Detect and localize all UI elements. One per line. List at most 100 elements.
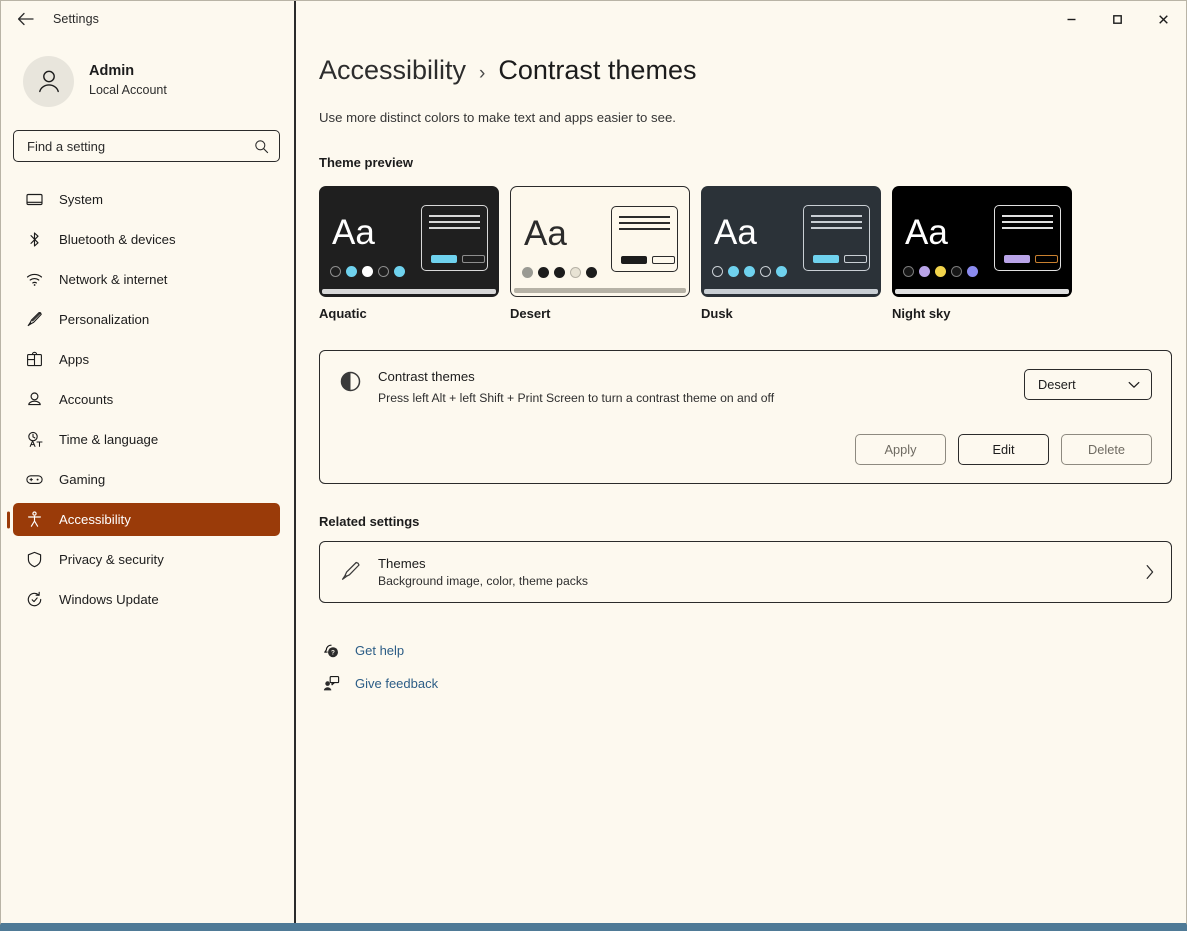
theme-color-dots [903,266,978,277]
edit-button[interactable]: Edit [958,433,1049,465]
theme-taskbar [322,289,496,294]
sidebar-item-gaming[interactable]: Gaming [13,463,280,496]
sidebar-item-label: Gaming [59,472,106,487]
sidebar-item-bluetooth-devices[interactable]: Bluetooth & devices [13,223,280,256]
color-dot [362,266,373,277]
sidebar-item-apps[interactable]: Apps [13,343,280,376]
color-dot [712,266,723,277]
contrast-themes-description: Press left Alt + left Shift + Print Scre… [378,390,775,405]
sidebar-item-privacy-security[interactable]: Privacy & security [13,543,280,576]
color-dot [586,267,597,278]
account-block[interactable]: Admin Local Account [1,37,294,109]
theme-swatch: Aa [701,186,881,297]
search-icon [255,139,269,153]
chevron-right-icon [1146,564,1154,579]
theme-select-dropdown[interactable]: Desert [1024,369,1152,400]
theme-mini-window [994,205,1061,271]
sidebar-item-label: Network & internet [59,272,168,287]
sidebar: Settings Admin Local Account Find a sett… [1,1,296,923]
color-dot [330,266,341,277]
app-title: Settings [53,12,99,26]
clock-language-icon [25,431,43,449]
back-button[interactable] [11,6,39,32]
theme-preview-label: Theme preview [319,155,413,170]
color-dot [522,267,533,278]
shield-icon [25,551,43,569]
update-refresh-icon [25,591,43,609]
maximize-button[interactable] [1094,1,1140,37]
give-feedback-label: Give feedback [355,676,439,692]
sidebar-item-time-language[interactable]: Time & language [13,423,280,456]
accessibility-person-icon [25,511,43,529]
minimize-button[interactable] [1048,1,1094,37]
sidebar-item-label: Accounts [59,392,114,407]
sidebar-item-personalization[interactable]: Personalization [13,303,280,336]
theme-swatch: Aa [510,186,690,297]
sidebar-item-network-internet[interactable]: Network & internet [13,263,280,296]
theme-card-aquatic[interactable]: Aa Aquatic [319,186,499,321]
contrast-themes-card: Contrast themes Press left Alt + left Sh… [319,350,1172,484]
theme-sample-text: Aa [905,213,948,252]
minimize-icon [1067,18,1075,20]
sidebar-item-label: Accessibility [59,512,131,527]
paintbrush-icon [337,561,364,582]
maximize-icon [1112,14,1122,24]
sidebar-item-windows-update[interactable]: Windows Update [13,583,280,616]
bluetooth-icon [25,231,43,249]
theme-name: Night sky [892,306,951,321]
theme-color-dots [522,267,597,278]
sidebar-item-system[interactable]: System [13,183,280,216]
theme-preview-list: Aa Aquatic Aa Desert Aa Dusk Aa Night sk… [319,186,1186,321]
nav-list: System Bluetooth & devices Network & int… [1,183,294,616]
theme-card-dusk[interactable]: Aa Dusk [701,186,881,321]
theme-sample-text: Aa [714,213,757,252]
theme-card-night-sky[interactable]: Aa Night sky [892,186,1072,321]
theme-color-dots [330,266,405,277]
sidebar-item-label: Privacy & security [59,552,164,567]
theme-name: Desert [510,306,551,321]
svg-text:?: ? [331,650,335,657]
color-dot [935,266,946,277]
give-feedback-link[interactable]: Give feedback [319,669,1186,699]
color-dot [570,267,581,278]
system-icon [25,191,43,209]
sidebar-item-label: Personalization [59,312,150,327]
theme-mini-window [803,205,870,271]
sidebar-item-label: Time & language [59,432,159,447]
theme-mini-window [421,205,488,271]
give-feedback-icon [322,675,341,692]
apply-button[interactable]: Apply [855,433,946,465]
back-arrow-icon [17,12,34,26]
sidebar-item-accounts[interactable]: Accounts [13,383,280,416]
sidebar-item-label: System [59,192,103,207]
search-wrapper: Find a setting [1,109,294,162]
related-item-title: Themes [378,555,426,571]
related-settings-label: Related settings [319,513,420,529]
color-dot [744,266,755,277]
breadcrumb-parent[interactable]: Accessibility [319,55,466,86]
sidebar-item-accessibility[interactable]: Accessibility [13,503,280,536]
theme-card-desert[interactable]: Aa Desert [510,186,690,321]
search-input[interactable]: Find a setting [13,130,280,162]
main-content: Accessibility › Contrast themes Use more… [296,1,1186,923]
theme-name: Aquatic [319,306,367,321]
breadcrumb-separator: › [479,63,486,84]
window-controls [296,1,1186,37]
gamepad-icon [25,471,43,489]
color-dot [728,266,739,277]
delete-button[interactable]: Delete [1061,433,1152,465]
get-help-icon: ? [322,642,341,659]
theme-select-value: Desert [1038,377,1076,392]
theme-mini-window [611,206,678,272]
breadcrumb: Accessibility › Contrast themes [319,55,1186,86]
get-help-link[interactable]: ? Get help [319,636,1186,666]
close-button[interactable] [1140,1,1186,37]
account-person-icon [25,391,43,409]
color-dot [554,267,565,278]
color-dot [967,266,978,277]
theme-swatch: Aa [892,186,1072,297]
sidebar-item-label: Apps [59,352,90,367]
related-item-themes[interactable]: Themes Background image, color, theme pa… [319,540,1172,603]
contrast-themes-texts: Contrast themes Press left Alt + left Sh… [364,367,1024,405]
page-subtitle: Use more distinct colors to make text an… [319,110,676,125]
